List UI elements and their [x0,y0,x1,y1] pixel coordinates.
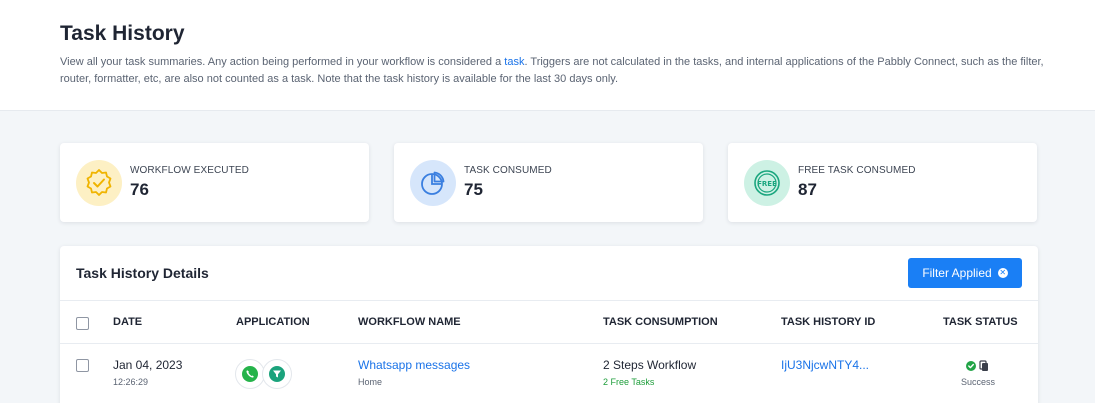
column-date[interactable]: DATE [113,316,142,328]
free-tasks-count: 2 Free Tasks [603,377,655,387]
stat-card-free-task-consumed: FREE FREE TASK CONSUMED 87 [728,143,1037,222]
stat-label: FREE TASK CONSUMED [798,165,916,176]
free-badge-icon: FREE [744,160,790,206]
stat-card-task-consumed: TASK CONSUMED 75 [394,143,703,222]
select-all-checkbox[interactable] [76,317,89,330]
success-check-icon [966,360,988,371]
workflow-folder: Home [358,377,383,387]
column-task-consumption[interactable]: TASK CONSUMPTION [603,316,718,328]
task-link[interactable]: task [504,56,524,68]
column-application[interactable]: APPLICATION [236,316,310,328]
pie-chart-icon [410,160,456,206]
filter-applied-button[interactable]: Filter Applied ✕ [908,258,1022,288]
page-title: Task History [60,22,185,45]
panel-title: Task History Details [76,265,209,281]
svg-text:FREE: FREE [757,180,777,188]
stat-value: 87 [798,180,817,199]
task-consumption: 2 Steps Workflow [603,358,697,372]
task-history-id-link[interactable]: IjU3NjcwNTY4... [781,358,869,372]
filter-icon [262,359,292,389]
table-header: DATE APPLICATION WORKFLOW NAME TASK CONS… [60,300,1038,344]
stat-value: 75 [464,180,483,199]
table-row: Jan 04, 2023 12:26:29 Whatsapp messages … [60,344,1038,403]
whatsapp-icon [235,359,265,389]
column-task-history-id[interactable]: TASK HISTORY ID [781,316,875,328]
row-time: 12:26:29 [113,377,149,387]
filter-applied-label: Filter Applied [922,266,992,280]
stat-label: WORKFLOW EXECUTED [130,165,249,176]
row-date: Jan 04, 2023 [113,358,183,372]
page-description: View all your task summaries. Any action… [60,56,1044,85]
clear-filter-icon[interactable]: ✕ [997,268,1008,278]
page-header: Task History View all your task summarie… [0,0,1095,111]
task-status-text: Success [961,377,996,387]
stat-card-workflow-executed: WORKFLOW EXECUTED 76 [60,143,369,222]
column-task-status[interactable]: TASK STATUS [943,316,1018,328]
stat-value: 76 [130,180,149,199]
workflow-name-link[interactable]: Whatsapp messages [358,358,470,372]
column-workflow-name[interactable]: WORKFLOW NAME [358,316,461,328]
row-checkbox[interactable] [76,359,89,372]
status-icons [966,359,990,371]
task-history-details-panel: Task History Details Filter Applied ✕ DA… [60,246,1038,403]
stat-label: TASK CONSUMED [464,165,552,176]
verified-badge-icon [76,160,122,206]
